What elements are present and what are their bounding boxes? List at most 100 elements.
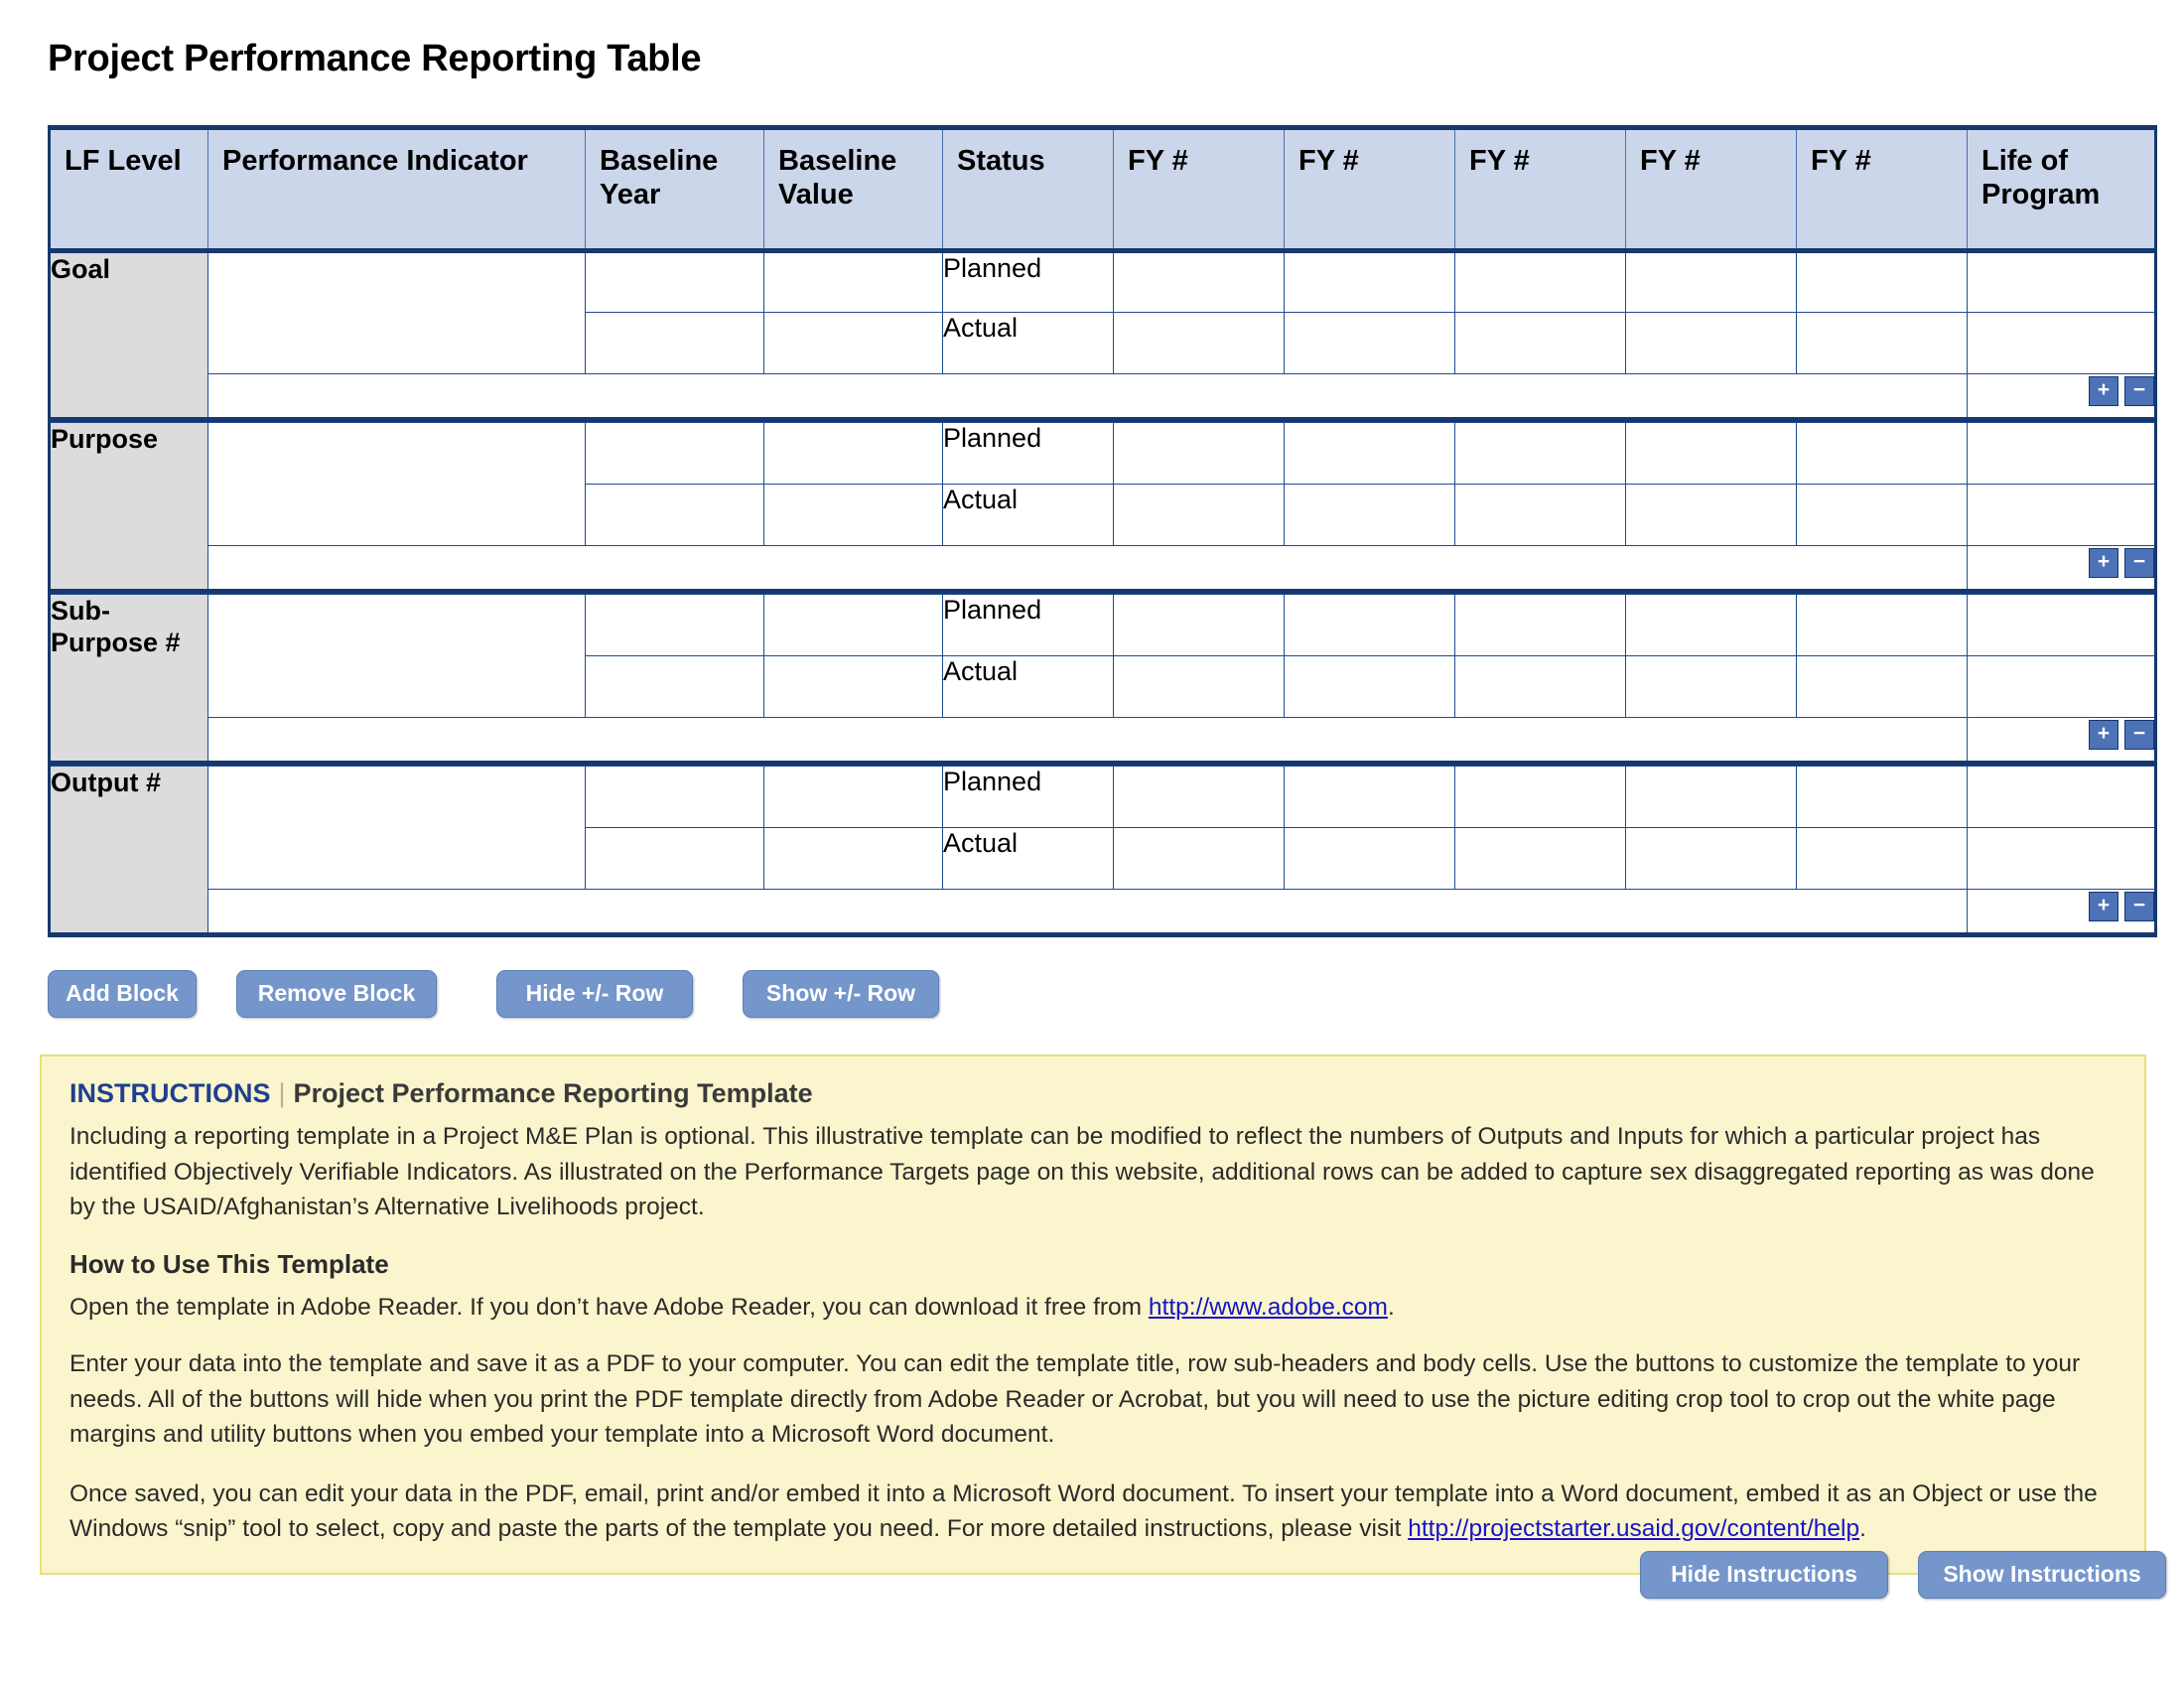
baseline-year-cell[interactable] xyxy=(585,312,764,374)
baseline-value-cell[interactable] xyxy=(763,484,943,546)
fy-5-planned-cell[interactable] xyxy=(1796,594,1968,656)
life-of-program-planned-cell[interactable] xyxy=(1967,766,2156,828)
fy-4-actual-cell[interactable] xyxy=(1625,655,1797,718)
fy-2-actual-cell[interactable] xyxy=(1284,827,1455,890)
fy-5-planned-cell[interactable] xyxy=(1796,422,1968,485)
lf-level-cell-sub-purpose[interactable]: Sub-Purpose # xyxy=(49,594,208,764)
fy-4-planned-cell[interactable] xyxy=(1625,766,1797,828)
status-planned-label: Planned xyxy=(942,594,1114,656)
life-of-program-planned-cell[interactable] xyxy=(1967,422,2156,485)
fy-3-planned-cell[interactable] xyxy=(1454,422,1626,485)
lf-level-cell-purpose[interactable]: Purpose xyxy=(49,422,208,592)
baseline-value-cell[interactable] xyxy=(763,594,943,656)
fy-2-actual-cell[interactable] xyxy=(1284,312,1455,374)
fy-1-actual-cell[interactable] xyxy=(1113,484,1285,546)
fy-5-actual-cell[interactable] xyxy=(1796,827,1968,890)
baseline-value-cell[interactable] xyxy=(763,250,943,313)
performance-indicator-cell[interactable] xyxy=(207,766,586,890)
fy-1-actual-cell[interactable] xyxy=(1113,827,1285,890)
fy-1-planned-cell[interactable] xyxy=(1113,422,1285,485)
fy-4-actual-cell[interactable] xyxy=(1625,312,1797,374)
add-row-icon[interactable]: + xyxy=(2089,719,2118,750)
plus-minus-row-spacer xyxy=(207,889,1968,935)
add-block-button[interactable]: Add Block xyxy=(48,970,197,1018)
lf-level-cell-goal[interactable]: Goal xyxy=(49,250,208,420)
life-of-program-planned-cell[interactable] xyxy=(1967,250,2156,313)
fy-3-actual-cell[interactable] xyxy=(1454,655,1626,718)
remove-row-icon[interactable]: − xyxy=(2124,547,2154,578)
baseline-value-cell[interactable] xyxy=(763,422,943,485)
baseline-value-cell[interactable] xyxy=(763,827,943,890)
plus-minus-row-spacer xyxy=(207,373,1968,420)
baseline-year-cell[interactable] xyxy=(585,594,764,656)
status-planned-label: Planned xyxy=(942,766,1114,828)
fy-2-planned-cell[interactable] xyxy=(1284,594,1455,656)
fy-3-actual-cell[interactable] xyxy=(1454,827,1626,890)
baseline-value-cell[interactable] xyxy=(763,766,943,828)
performance-indicator-cell[interactable] xyxy=(207,250,586,374)
fy-5-planned-cell[interactable] xyxy=(1796,250,1968,313)
fy-5-actual-cell[interactable] xyxy=(1796,655,1968,718)
fy-4-planned-cell[interactable] xyxy=(1625,594,1797,656)
add-row-icon[interactable]: + xyxy=(2089,891,2118,921)
fy-3-actual-cell[interactable] xyxy=(1454,312,1626,374)
column-header-fy-2: FY # xyxy=(1284,125,1455,253)
fy-5-actual-cell[interactable] xyxy=(1796,312,1968,374)
add-row-icon[interactable]: + xyxy=(2089,547,2118,578)
baseline-year-cell[interactable] xyxy=(585,655,764,718)
fy-2-planned-cell[interactable] xyxy=(1284,422,1455,485)
fy-1-planned-cell[interactable] xyxy=(1113,250,1285,313)
fy-3-planned-cell[interactable] xyxy=(1454,250,1626,313)
life-of-program-actual-cell[interactable] xyxy=(1967,312,2156,374)
remove-row-icon[interactable]: − xyxy=(2124,375,2154,406)
performance-indicator-cell[interactable] xyxy=(207,422,586,546)
remove-row-icon[interactable]: − xyxy=(2124,891,2154,921)
performance-table-container: LF Level Performance Indicator Baseline … xyxy=(48,125,2157,939)
fy-2-actual-cell[interactable] xyxy=(1284,484,1455,546)
fy-4-planned-cell[interactable] xyxy=(1625,250,1797,313)
baseline-year-cell[interactable] xyxy=(585,766,764,828)
baseline-year-cell[interactable] xyxy=(585,422,764,485)
performance-indicator-cell[interactable] xyxy=(207,594,586,718)
remove-block-button[interactable]: Remove Block xyxy=(236,970,437,1018)
show-plus-minus-row-button[interactable]: Show +/- Row xyxy=(743,970,939,1018)
column-header-fy-3: FY # xyxy=(1454,125,1626,253)
instructions-separator: | xyxy=(278,1078,286,1108)
baseline-year-cell[interactable] xyxy=(585,250,764,313)
fy-1-planned-cell[interactable] xyxy=(1113,594,1285,656)
fy-3-actual-cell[interactable] xyxy=(1454,484,1626,546)
column-header-life-of-program: Life of Program xyxy=(1967,125,2156,253)
show-instructions-button[interactable]: Show Instructions xyxy=(1918,1551,2166,1599)
fy-4-actual-cell[interactable] xyxy=(1625,827,1797,890)
fy-2-actual-cell[interactable] xyxy=(1284,655,1455,718)
fy-2-planned-cell[interactable] xyxy=(1284,766,1455,828)
fy-4-actual-cell[interactable] xyxy=(1625,484,1797,546)
lf-level-cell-output[interactable]: Output # xyxy=(49,766,208,935)
life-of-program-actual-cell[interactable] xyxy=(1967,655,2156,718)
fy-1-actual-cell[interactable] xyxy=(1113,655,1285,718)
performance-reporting-table: LF Level Performance Indicator Baseline … xyxy=(48,125,2157,939)
fy-3-planned-cell[interactable] xyxy=(1454,594,1626,656)
hide-plus-minus-row-button[interactable]: Hide +/- Row xyxy=(496,970,693,1018)
baseline-year-cell[interactable] xyxy=(585,827,764,890)
fy-3-planned-cell[interactable] xyxy=(1454,766,1626,828)
add-row-icon[interactable]: + xyxy=(2089,375,2118,406)
life-of-program-actual-cell[interactable] xyxy=(1967,484,2156,546)
hide-instructions-button[interactable]: Hide Instructions xyxy=(1640,1551,1888,1599)
table-row: Purpose Planned xyxy=(49,422,2156,592)
fy-4-planned-cell[interactable] xyxy=(1625,422,1797,485)
remove-row-icon[interactable]: − xyxy=(2124,719,2154,750)
fy-5-actual-cell[interactable] xyxy=(1796,484,1968,546)
life-of-program-planned-cell[interactable] xyxy=(1967,594,2156,656)
fy-2-planned-cell[interactable] xyxy=(1284,250,1455,313)
adobe-download-link[interactable]: http://www.adobe.com xyxy=(1149,1294,1388,1321)
table-toolbar: Add Block Remove Block Hide +/- Row Show… xyxy=(48,970,2132,1022)
baseline-value-cell[interactable] xyxy=(763,312,943,374)
baseline-value-cell[interactable] xyxy=(763,655,943,718)
fy-1-planned-cell[interactable] xyxy=(1113,766,1285,828)
fy-1-actual-cell[interactable] xyxy=(1113,312,1285,374)
baseline-year-cell[interactable] xyxy=(585,484,764,546)
projectstarter-help-link[interactable]: http://projectstarter.usaid.gov/content/… xyxy=(1408,1515,1859,1542)
fy-5-planned-cell[interactable] xyxy=(1796,766,1968,828)
life-of-program-actual-cell[interactable] xyxy=(1967,827,2156,890)
